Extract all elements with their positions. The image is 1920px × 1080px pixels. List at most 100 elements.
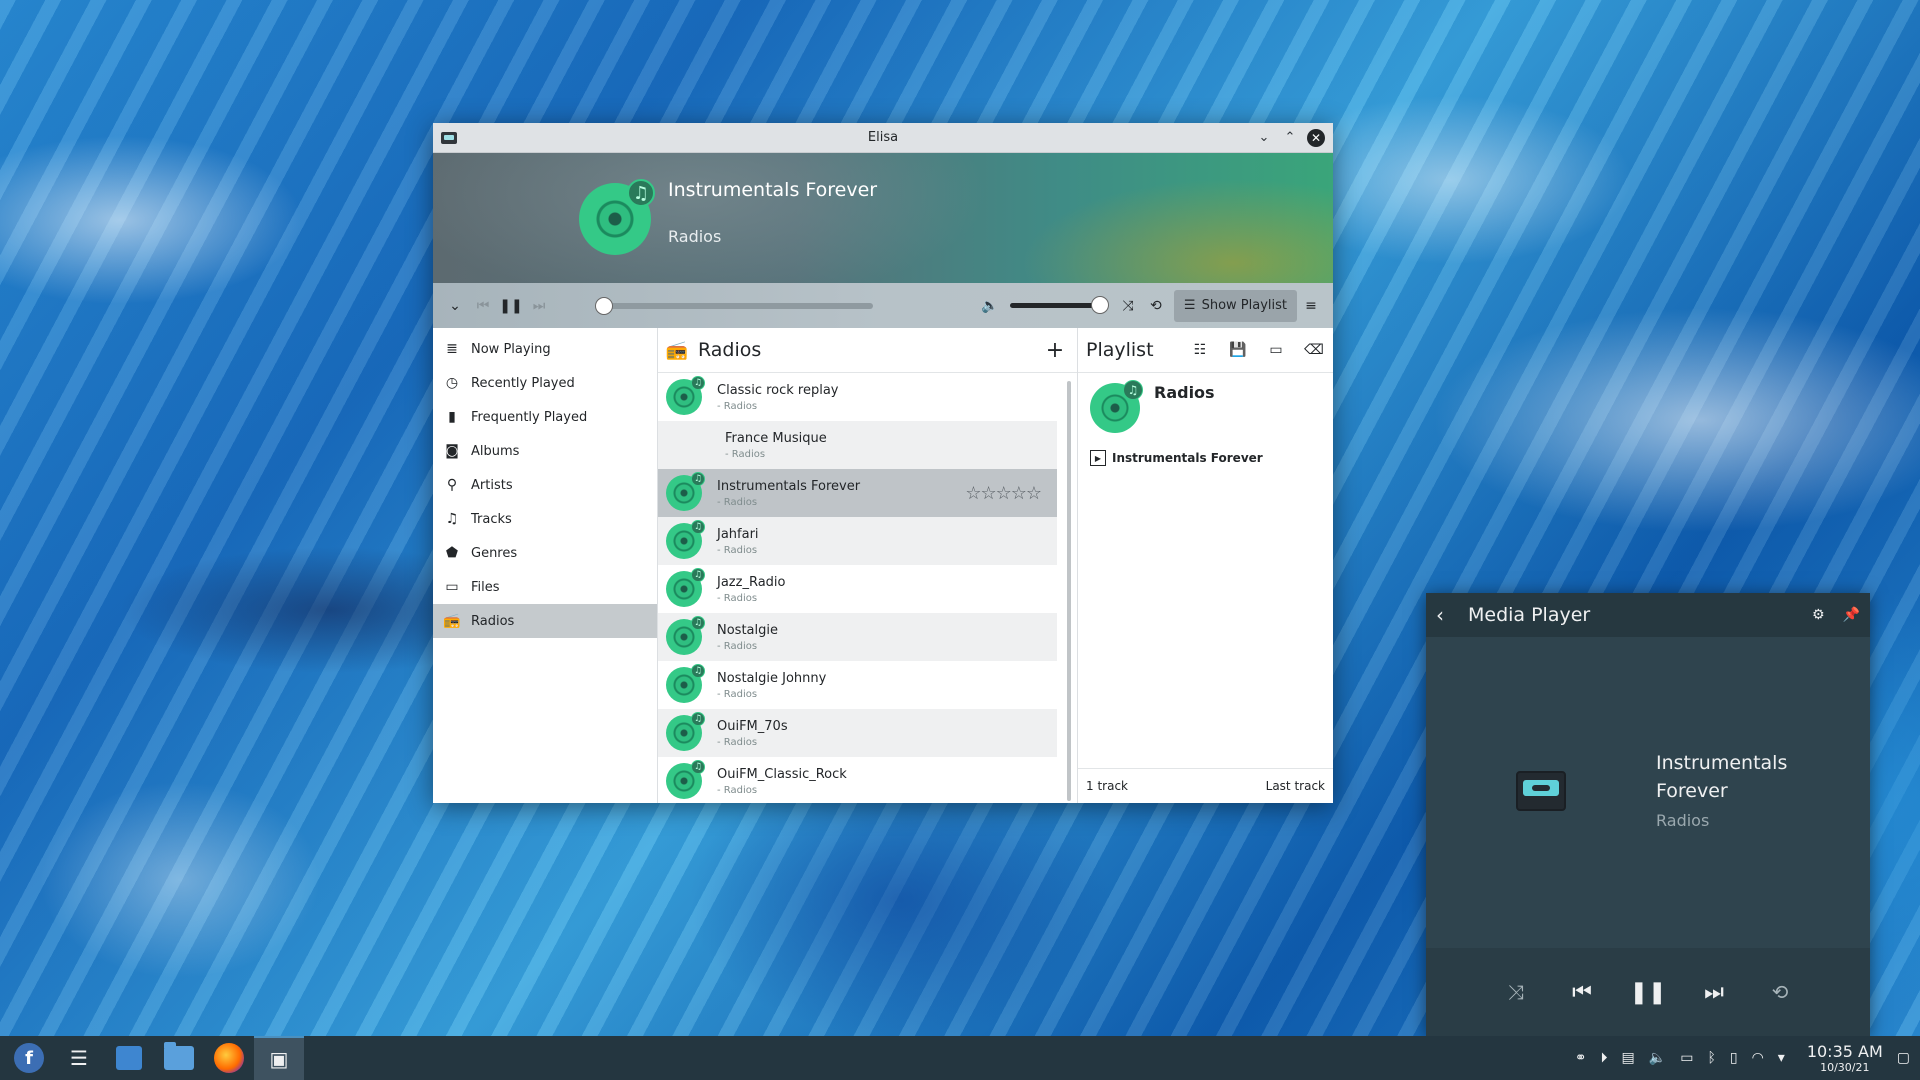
- elisa-window: Elisa ⌄ ⌃ ✕ ♫ Instrumentals Forever Radi…: [433, 123, 1333, 803]
- save-playlist-icon[interactable]: 💾: [1227, 339, 1249, 361]
- sidebar-item-tracks[interactable]: ♫ Tracks: [433, 502, 657, 536]
- taskbar-system-settings[interactable]: ☰: [54, 1036, 104, 1080]
- radio-list[interactable]: ♫ Classic rock replay - Radios France Mus…: [658, 373, 1077, 803]
- list-item[interactable]: ♫ Classic rock replay - Radios: [658, 373, 1057, 421]
- list-item-selected[interactable]: ♫ Instrumentals Forever - Radios ☆☆☆☆☆: [658, 469, 1057, 517]
- load-playlist-icon[interactable]: ▭: [1265, 339, 1287, 361]
- collapse-header-button[interactable]: ⌄: [441, 292, 469, 320]
- volume-handle[interactable]: [1090, 296, 1109, 314]
- close-button[interactable]: ✕: [1307, 128, 1325, 147]
- radio-name: Nostalgie Johnny: [717, 670, 827, 686]
- playback-controls: ⌄ ⏮ ❚❚ ⏭ 🔈 ⤨ ⟲ ☰ Show Playlist ≡: [433, 283, 1333, 328]
- list-item[interactable]: ♫ OuiFM_Classic_Rock - Radios: [658, 757, 1057, 803]
- add-radio-button[interactable]: +: [1043, 338, 1067, 363]
- radio-name: Instrumentals Forever: [717, 478, 861, 494]
- rating-stars[interactable]: ☆☆☆☆☆: [965, 483, 1042, 504]
- clock[interactable]: 10:35 AM 10/30/21: [1807, 1042, 1883, 1074]
- back-arrow-icon[interactable]: ‹: [1436, 603, 1460, 627]
- wifi-icon[interactable]: ◠: [1752, 1050, 1764, 1066]
- maximize-button[interactable]: ⌃: [1281, 129, 1299, 147]
- minimize-button[interactable]: ⌄: [1255, 129, 1273, 147]
- configure-icon[interactable]: ⚙: [1812, 607, 1825, 623]
- radio-icon: 📻: [665, 339, 689, 361]
- volume-icon[interactable]: 🔈: [976, 292, 1004, 320]
- clear-playlist-icon[interactable]: ⌫: [1303, 339, 1325, 361]
- sidebar-item-albums[interactable]: ◙ Albums: [433, 434, 657, 468]
- pin-icon[interactable]: 📌: [1843, 607, 1860, 623]
- disc-icon: ♫: [666, 520, 705, 559]
- radio-sub: - Radios: [717, 496, 758, 508]
- pause-button[interactable]: ❚❚: [497, 292, 525, 320]
- pause-button[interactable]: ❚❚: [1630, 974, 1667, 1010]
- radio-sub: - Radios: [717, 736, 758, 748]
- person-icon: ⚲: [446, 477, 458, 493]
- sidebar-item-genres[interactable]: ⬟ Genres: [433, 536, 657, 570]
- next-track-button[interactable]: ⏭: [1696, 974, 1732, 1010]
- previous-track-button[interactable]: ⏮: [469, 292, 497, 320]
- folder-icon: [164, 1042, 194, 1070]
- list-item[interactable]: ♫ OuiFM_70s - Radios: [658, 709, 1057, 757]
- shuffle-button[interactable]: ⤨: [1114, 292, 1142, 320]
- repeat-button[interactable]: ⟲: [1762, 974, 1798, 1010]
- battery-icon[interactable]: ▭: [1680, 1050, 1693, 1066]
- sidebar-item-files[interactable]: ▭ Files: [433, 570, 657, 604]
- sidebar-item-label: Files: [471, 579, 500, 595]
- next-track-button[interactable]: ⏭: [525, 292, 553, 320]
- repeat-button[interactable]: ⟲: [1142, 292, 1170, 320]
- taskbar-elisa[interactable]: ▣: [254, 1036, 304, 1080]
- list-item[interactable]: ♫ Jahfari - Radios: [658, 517, 1057, 565]
- now-playing-subtitle[interactable]: Radios: [668, 227, 721, 246]
- last-track-label: Last track: [1265, 779, 1325, 793]
- media-player-popup: ‹ Media Player ⚙ 📌 Instrumentals Forever…: [1426, 593, 1870, 1036]
- now-playing-header: ♫ Instrumentals Forever Radios: [433, 153, 1333, 283]
- show-current-track-icon[interactable]: ☷: [1189, 339, 1211, 361]
- seek-slider[interactable]: [595, 296, 873, 315]
- volume-slider[interactable]: [1009, 296, 1109, 314]
- sidebar-item-artists[interactable]: ⚲ Artists: [433, 468, 657, 502]
- title-bar[interactable]: Elisa ⌄ ⌃ ✕: [433, 123, 1333, 153]
- sidebar-item-label: Frequently Played: [471, 409, 588, 425]
- expand-tray-icon[interactable]: ▾: [1778, 1050, 1785, 1066]
- device-icon[interactable]: ▯: [1730, 1050, 1738, 1066]
- list-item[interactable]: ♫ Nostalgie - Radios: [658, 613, 1057, 661]
- hamburger-menu-button[interactable]: ≡: [1297, 292, 1325, 320]
- application-launcher[interactable]: f: [4, 1036, 54, 1080]
- radio-name: Jahfari: [717, 526, 759, 542]
- previous-track-button[interactable]: ⏮: [1564, 974, 1600, 1010]
- show-playlist-button[interactable]: ☰ Show Playlist: [1173, 289, 1297, 322]
- taskbar-file-manager[interactable]: [154, 1036, 204, 1080]
- firefox-icon: [214, 1043, 244, 1073]
- list-item[interactable]: ♫ Jazz_Radio - Radios: [658, 565, 1057, 613]
- seek-handle[interactable]: [595, 296, 613, 315]
- disc-icon: ♫: [666, 712, 705, 751]
- clipboard-icon[interactable]: ▤: [1622, 1050, 1635, 1066]
- sidebar-item-recently-played[interactable]: ◷ Recently Played: [433, 366, 657, 400]
- sidebar-item-frequently-played[interactable]: ▮ Frequently Played: [433, 400, 657, 434]
- volume-tray-icon[interactable]: 🔈: [1649, 1050, 1666, 1066]
- playlist-group: ♫ Radios: [1078, 373, 1333, 443]
- sidebar-item-now-playing[interactable]: ≣ Now Playing: [433, 332, 657, 366]
- media-player-tray-icon[interactable]: ⏵: [1601, 1050, 1608, 1066]
- list-item[interactable]: ♫ Nostalgie Johnny - Radios: [658, 661, 1057, 709]
- radio-icon: 📻: [443, 613, 461, 629]
- system-tray: ⚭ ⏵ ▤ 🔈 ▭ ᛒ ▯ ◠ ▾ 10:35 AM 10/30/21 ▢: [1575, 1042, 1920, 1074]
- media-track-title: Instrumentals Forever: [1656, 752, 1788, 802]
- taskbar-firefox[interactable]: [204, 1036, 254, 1080]
- store-icon: [116, 1046, 142, 1070]
- show-desktop-icon[interactable]: ▢: [1897, 1050, 1910, 1066]
- cassette-icon: [1516, 771, 1566, 811]
- radio-sub: - Radios: [717, 400, 758, 412]
- shuffle-button[interactable]: ⤨: [1498, 974, 1534, 1010]
- music-note-icon: ♫: [627, 179, 655, 207]
- playlist-track[interactable]: ▶ Instrumentals Forever: [1078, 443, 1333, 473]
- list-item[interactable]: France Musique - Radios: [658, 421, 1057, 469]
- taskbar: f ☰ ▣ ⚭ ⏵ ▤ 🔈 ▭ ᛒ ▯ ◠ ▾ 10:35 AM 10/30/2…: [0, 1036, 1920, 1080]
- elisa-app-icon[interactable]: [441, 131, 457, 144]
- radio-sub: - Radios: [717, 544, 758, 556]
- sidebar-item-radios[interactable]: 📻 Radios: [433, 604, 657, 638]
- kde-connect-icon[interactable]: ⚭: [1575, 1050, 1587, 1066]
- taskbar-discover[interactable]: [104, 1036, 154, 1080]
- scrollbar[interactable]: [1067, 381, 1071, 801]
- radio-sub: - Radios: [717, 688, 758, 700]
- bluetooth-icon[interactable]: ᛒ: [1707, 1050, 1715, 1066]
